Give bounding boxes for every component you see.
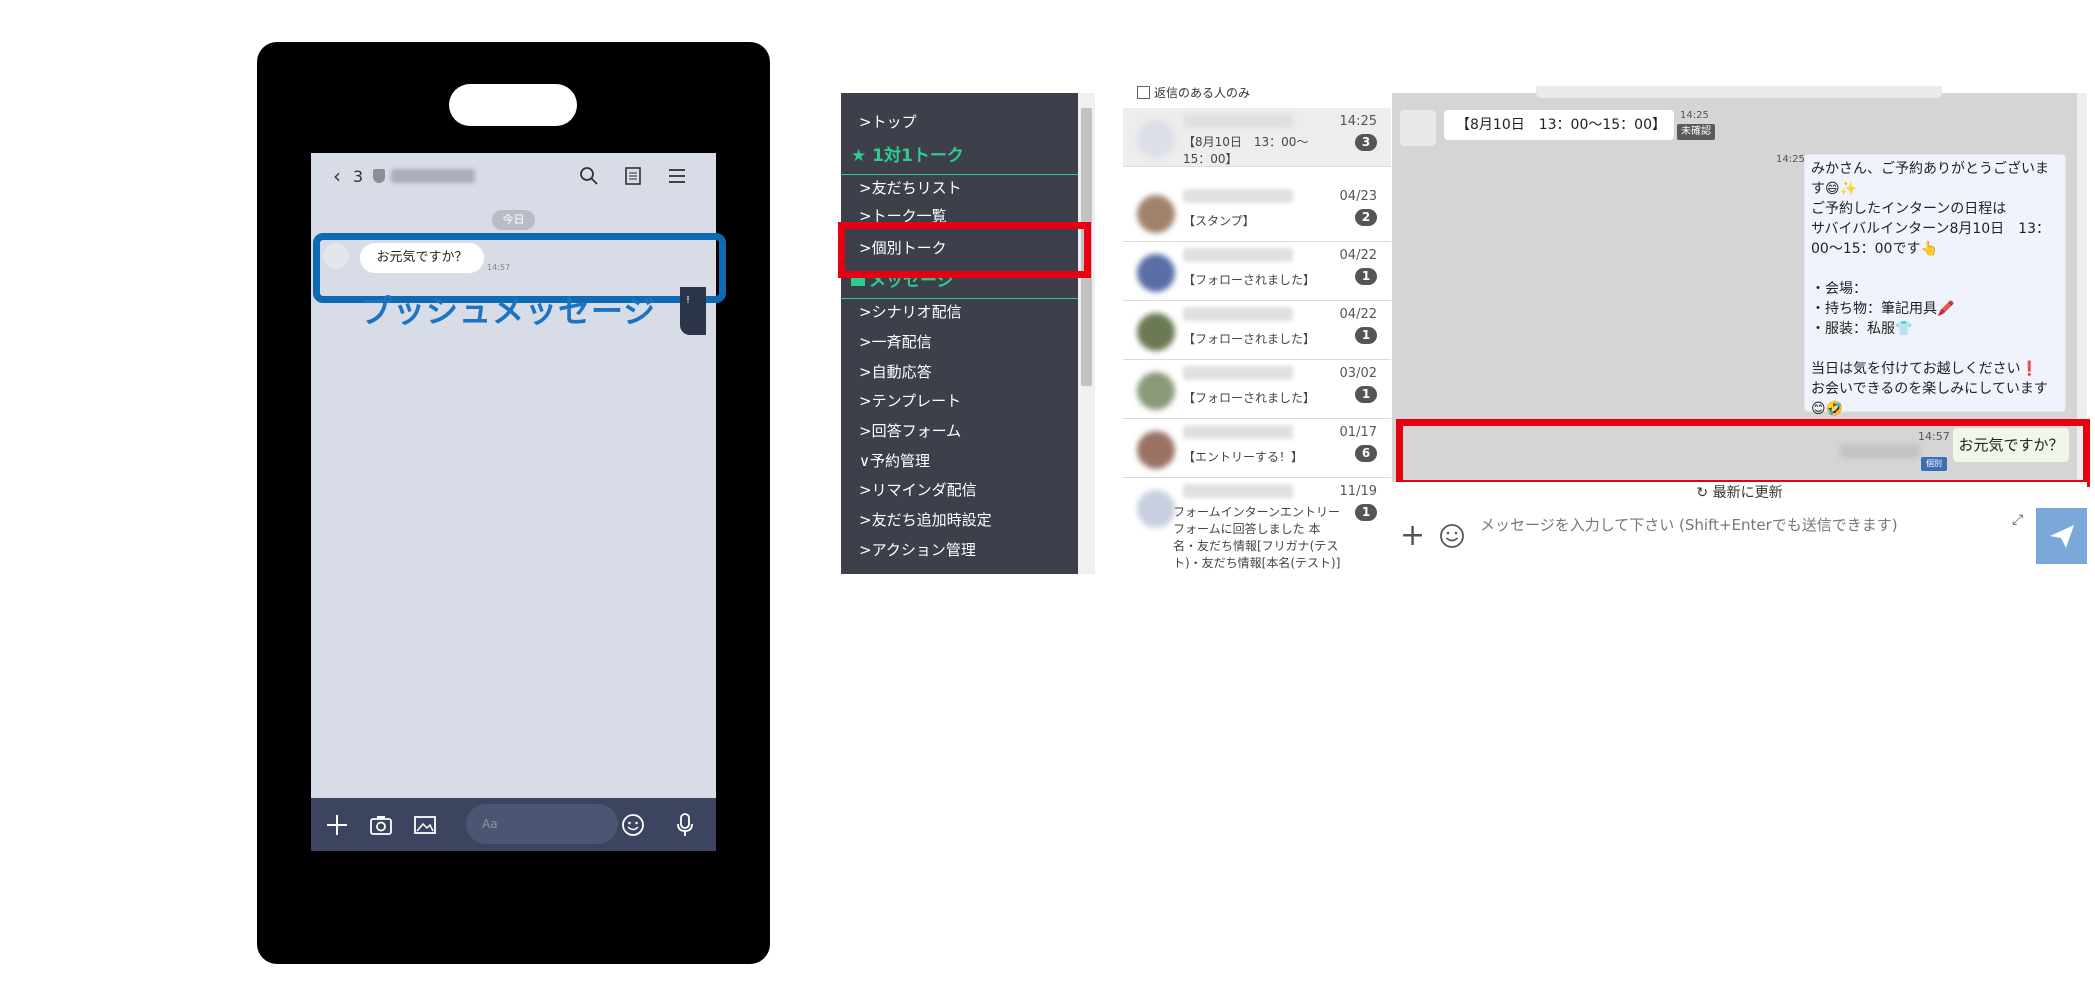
- back-count: 3: [353, 167, 364, 186]
- notes-icon[interactable]: [621, 164, 645, 188]
- sidebar-item-friends-list[interactable]: >友だちリスト: [859, 177, 962, 198]
- plus-icon[interactable]: [323, 811, 351, 839]
- list-item[interactable]: 04/22 1 【フォローされました】: [1123, 301, 1391, 360]
- individual-talk-highlight: [838, 222, 1091, 278]
- send-button[interactable]: [2036, 508, 2087, 564]
- account-name-blurred: [391, 169, 475, 183]
- list-item[interactable]: 04/22 1 【フォローされました】: [1123, 242, 1391, 301]
- phone-input-bar: Aa: [311, 798, 716, 851]
- side-tab: !: [680, 287, 706, 335]
- back-chevron-icon[interactable]: ‹: [333, 164, 341, 188]
- sidebar-item-auto-reply[interactable]: >自動応答: [859, 361, 932, 382]
- sidebar-item-broadcast[interactable]: >一斉配信: [859, 331, 932, 352]
- search-icon[interactable]: [577, 164, 601, 188]
- list-item[interactable]: 04/23 2 【スタンプ】: [1123, 183, 1391, 242]
- outgoing-message-time: 14:25: [1776, 154, 1805, 165]
- expand-icon[interactable]: ⤢: [2012, 512, 2023, 528]
- talk-list: 14:25 3 【8月10日 13：00〜15：00】 04/23 2 【スタンプ】…: [1123, 108, 1391, 578]
- list-item[interactable]: 11/19 1 フォームインターンエントリーフォームに回答しました 本名・友だち情…: [1123, 478, 1391, 578]
- image-icon[interactable]: [411, 811, 439, 839]
- refresh-icon: ↻: [1696, 485, 1709, 501]
- shield-icon: [373, 169, 385, 183]
- push-message-label: プッシュメッセージ: [360, 292, 657, 330]
- send-icon: [2050, 525, 2074, 548]
- phone-chat-header: ‹ 3: [311, 153, 716, 199]
- incoming-message-time: 14:25: [1680, 110, 1709, 121]
- chat-top-tab: [1536, 86, 1942, 98]
- push-message-row-highlight: [1396, 419, 2090, 487]
- refresh-link[interactable]: ↻ 最新に更新: [1392, 482, 2087, 504]
- list-item[interactable]: 01/17 6 【エントリーする！】: [1123, 419, 1391, 478]
- menu-icon[interactable]: [665, 164, 689, 188]
- list-item[interactable]: 14:25 3 【8月10日 13：00〜15：00】: [1123, 108, 1391, 167]
- sidebar-item-action-management[interactable]: >アクション管理: [859, 539, 976, 560]
- admin-sidebar: >トップ ★ 1対1トーク >友だちリスト >トーク一覧 >個別トーク メッセー…: [841, 93, 1078, 574]
- sidebar-item-top[interactable]: >トップ: [859, 111, 917, 132]
- microphone-icon[interactable]: [671, 811, 699, 839]
- filter-checkbox[interactable]: [1137, 86, 1150, 99]
- reply-filter[interactable]: 返信のある人のみ: [1123, 84, 1391, 102]
- plus-icon[interactable]: +: [1400, 518, 1425, 553]
- message-input[interactable]: Aa: [466, 804, 618, 844]
- camera-icon[interactable]: [367, 811, 395, 839]
- sidebar-item-friend-add-settings[interactable]: >友だち追加時設定: [859, 509, 992, 530]
- sidebar-item-scenario[interactable]: >シナリオ配信: [859, 301, 962, 322]
- compose-area: + メッセージを入力して下さい (Shift+Enterでも送信できます) ⤢: [1392, 506, 2087, 564]
- phone-notch: [449, 84, 577, 126]
- emoji-icon[interactable]: [619, 811, 647, 839]
- unread-badge: 未確認: [1677, 124, 1715, 140]
- avatar: [1400, 110, 1436, 146]
- outgoing-message: みかさん、ご予約ありがとうございます😄✨ ご予約したインターンの日程は サバイバ…: [1804, 154, 2066, 417]
- sidebar-item-template[interactable]: >テンプレート: [859, 390, 961, 411]
- sidebar-item-reservation[interactable]: ∨予約管理: [859, 450, 930, 471]
- sidebar-item-reminder[interactable]: >リマインダ配信: [859, 479, 977, 500]
- sidebar-item-answer-form[interactable]: >回答フォーム: [859, 420, 961, 441]
- incoming-message: 【8月10日 13：00〜15：00】: [1444, 110, 1674, 140]
- sidebar-section-one-on-one[interactable]: ★ 1対1トーク: [851, 141, 964, 166]
- date-badge: 今日: [492, 210, 535, 230]
- list-item[interactable]: 03/02 1 【フォローされました】: [1123, 360, 1391, 419]
- compose-input[interactable]: メッセージを入力して下さい (Shift+Enterでも送信できます): [1480, 514, 1898, 535]
- emoji-icon[interactable]: [1438, 522, 1466, 550]
